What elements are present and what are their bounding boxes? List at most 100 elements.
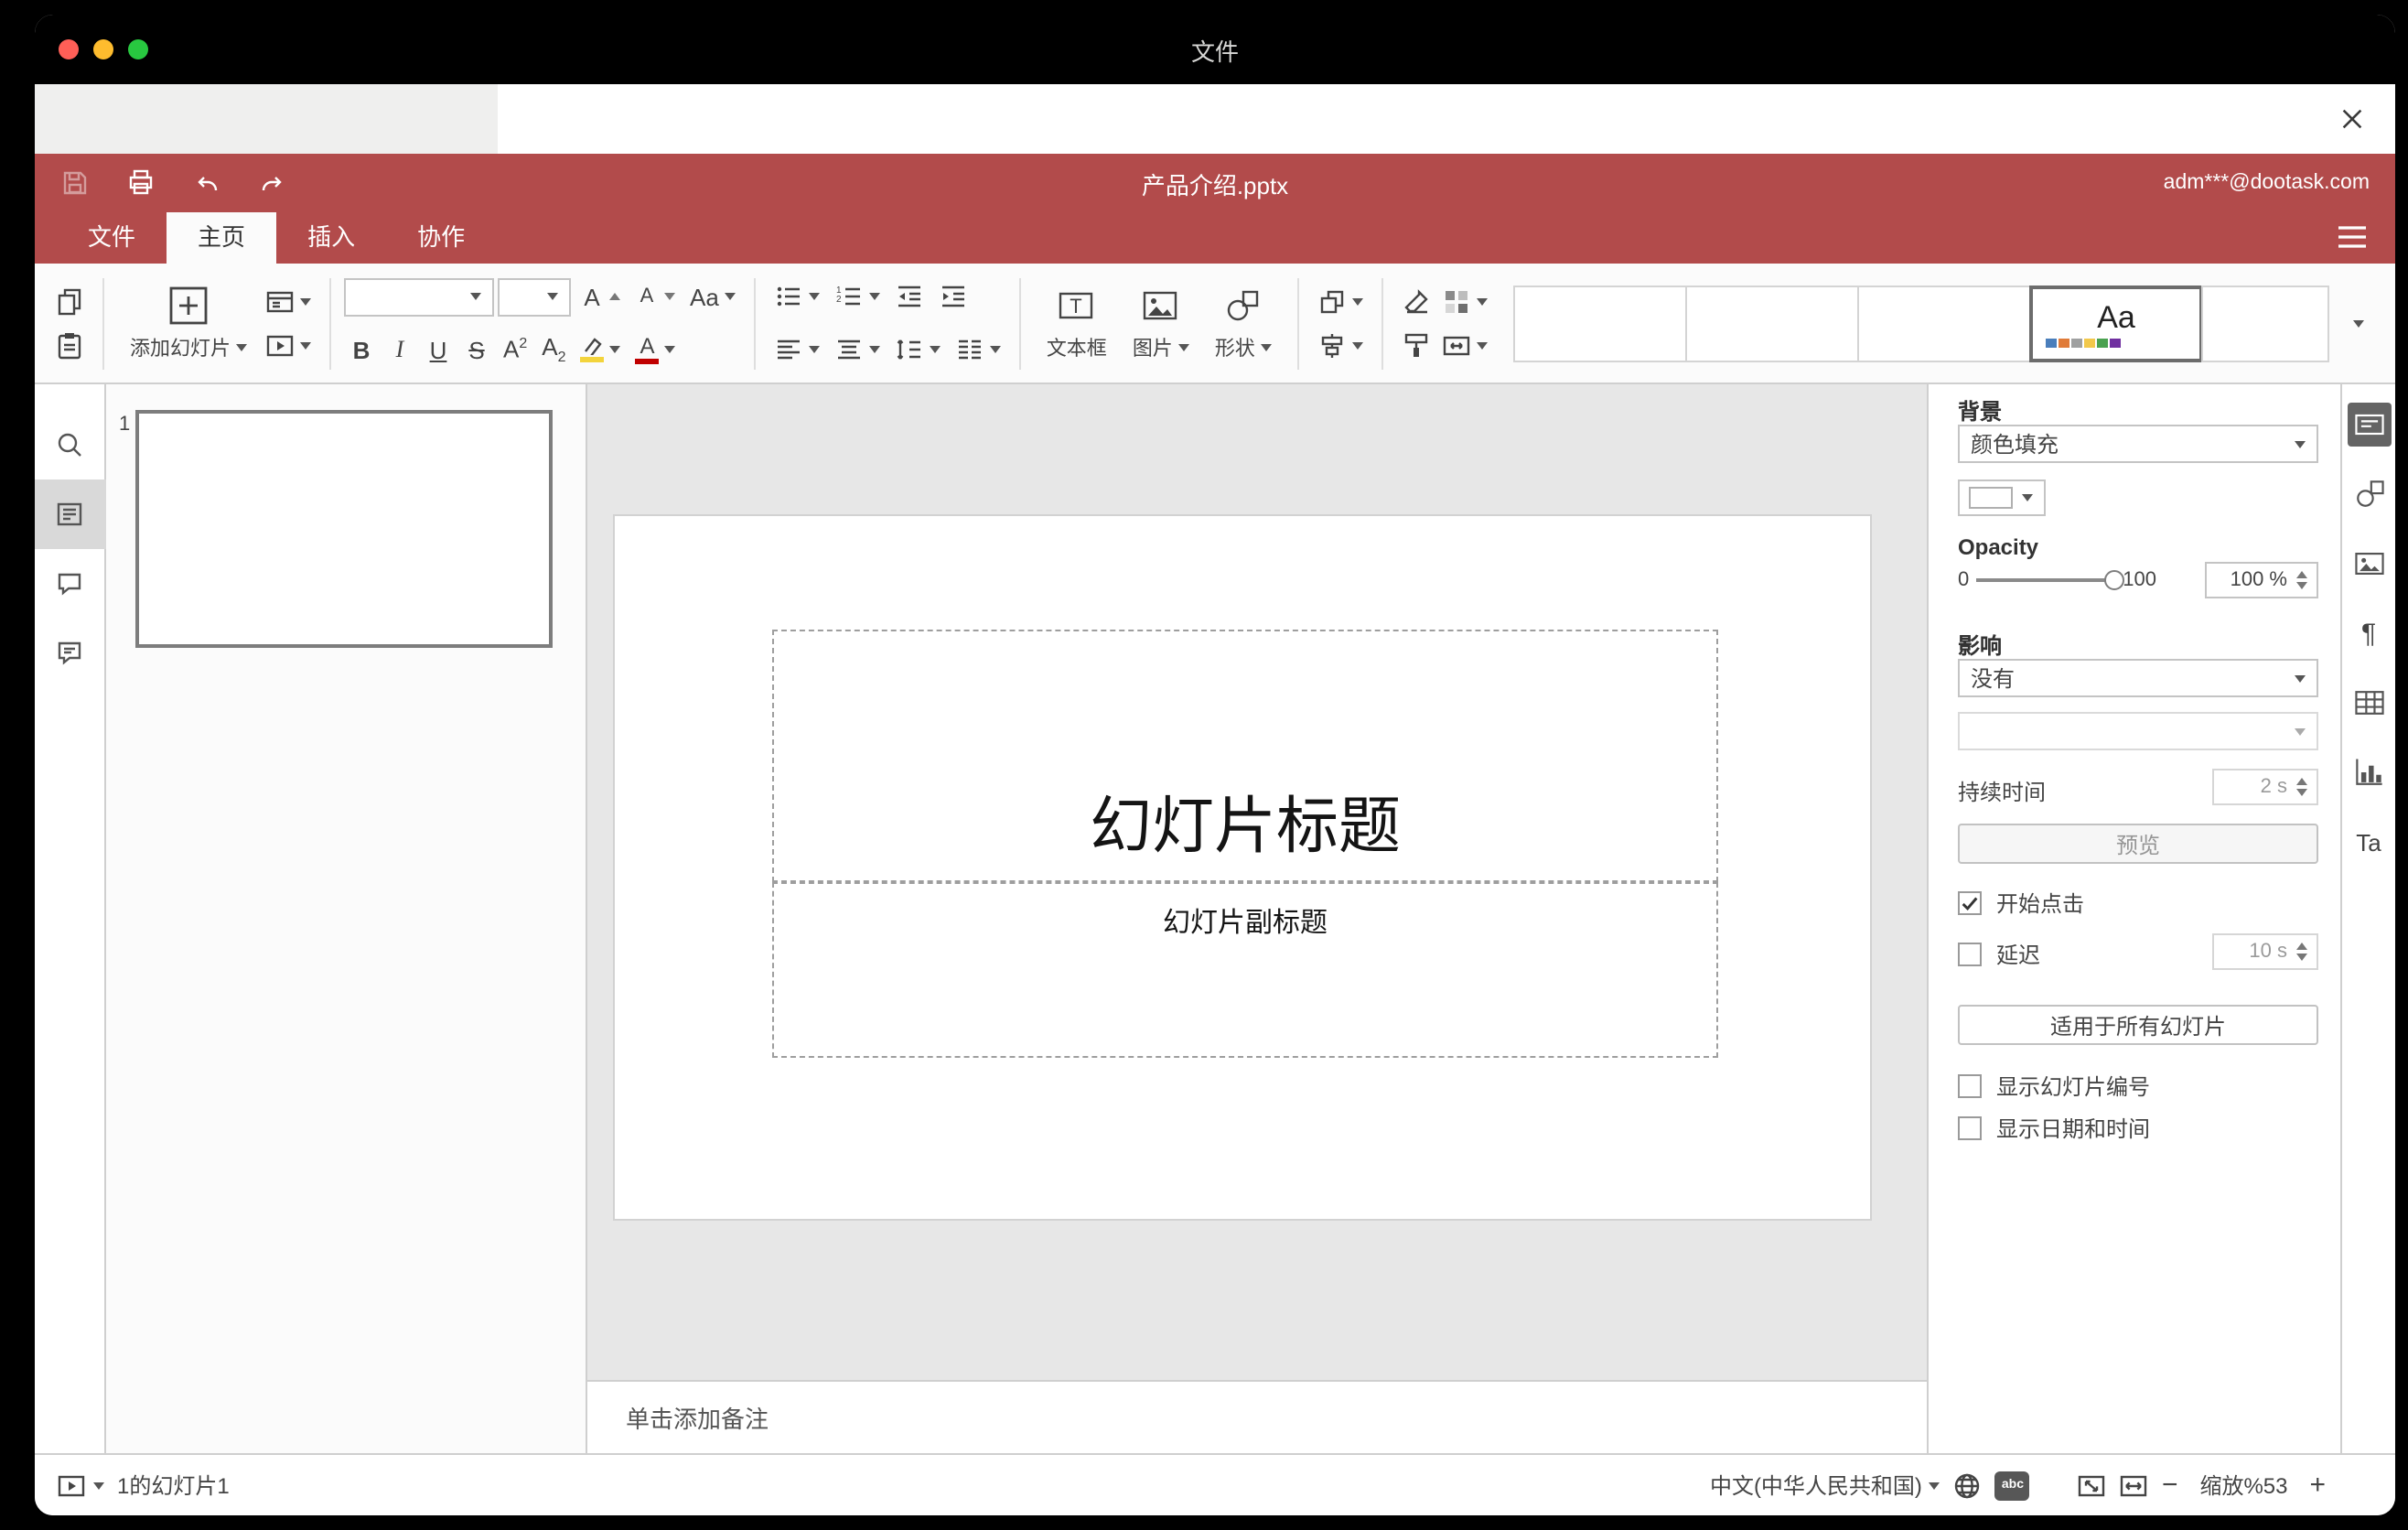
copy-style-button[interactable] <box>1396 327 1436 363</box>
font-name-select[interactable] <box>344 277 494 316</box>
apply-to-all-button[interactable]: 适用于所有幻灯片 <box>1958 1005 2318 1045</box>
chart-settings-button[interactable] <box>2347 750 2391 794</box>
zoom-out-button[interactable]: − <box>2162 1471 2178 1498</box>
theme-option[interactable] <box>2201 285 2329 361</box>
opacity-slider[interactable] <box>1976 570 2125 590</box>
notes-area[interactable]: 单击添加备注 <box>587 1380 1927 1453</box>
spellcheck-button[interactable]: abc <box>1994 1471 2030 1500</box>
theme-option-selected[interactable]: Aa <box>2029 285 2203 361</box>
strikethrough-button[interactable]: S <box>459 332 494 367</box>
decrease-font-button[interactable]: A <box>629 282 681 311</box>
horizontal-align-button[interactable] <box>769 331 825 368</box>
align-shape-button[interactable] <box>1312 327 1369 363</box>
clear-style-button[interactable] <box>1396 283 1436 319</box>
theme-option[interactable] <box>1857 285 2031 361</box>
decrease-indent-button[interactable] <box>889 278 930 315</box>
delay-input[interactable]: 10 s <box>2212 933 2318 970</box>
tab-insert[interactable]: 插入 <box>276 212 386 264</box>
language-value: 中文(中华人民共和国) <box>1709 1473 1922 1499</box>
add-slide-button[interactable]: 添加幻灯片 <box>117 285 260 361</box>
superscript-button[interactable]: A2 <box>498 332 532 368</box>
start-slideshow-status-button[interactable] <box>57 1471 104 1500</box>
slides-panel-button[interactable] <box>35 479 105 549</box>
font-size-select[interactable] <box>498 277 571 316</box>
menu-button[interactable] <box>2337 223 2368 251</box>
opacity-input[interactable]: 100 % <box>2205 562 2318 598</box>
spinner-arrows-icon[interactable] <box>2296 778 2307 796</box>
line-spacing-button[interactable] <box>889 331 946 368</box>
show-slide-number-checkbox[interactable]: 显示幻灯片编号 <box>1958 1072 2150 1099</box>
insert-textbox-button[interactable]: T 文本框 <box>1034 285 1120 361</box>
table-settings-button[interactable] <box>2347 681 2391 725</box>
slide-thumbnail[interactable] <box>135 410 553 648</box>
increase-indent-button[interactable] <box>933 278 973 315</box>
title-placeholder[interactable]: 幻灯片标题 <box>772 630 1718 882</box>
print-button[interactable] <box>126 168 156 198</box>
fullscreen-traffic-light[interactable] <box>128 39 148 59</box>
language-select[interactable]: 中文(中华人民共和国) <box>1710 1470 1940 1501</box>
undo-button[interactable] <box>192 168 221 198</box>
underline-button[interactable]: U <box>421 332 456 367</box>
preview-button[interactable]: 预览 <box>1958 824 2318 864</box>
slide-size-button[interactable] <box>1436 327 1493 363</box>
print-icon <box>129 169 153 195</box>
highlight-color-button[interactable] <box>575 333 627 366</box>
textart-settings-button[interactable]: Ta <box>2347 820 2391 864</box>
font-color-button[interactable]: A <box>630 331 682 368</box>
tab-collaboration[interactable]: 协作 <box>386 212 496 264</box>
start-on-click-checkbox[interactable]: 开始点击 <box>1958 889 2084 916</box>
tab-file[interactable]: 文件 <box>57 212 167 264</box>
fit-slide-button[interactable] <box>2078 1471 2107 1500</box>
slide-canvas[interactable]: 幻灯片标题 幻灯片副标题 <box>613 514 1872 1221</box>
slider-knob[interactable] <box>2104 570 2125 590</box>
slide-layout-button[interactable] <box>260 283 317 319</box>
vertical-align-button[interactable] <box>829 331 886 368</box>
paste-button[interactable] <box>49 327 90 363</box>
document-language-button[interactable] <box>1953 1471 1983 1500</box>
paragraph-settings-button[interactable]: ¶ <box>2347 611 2391 655</box>
save-button[interactable] <box>60 168 90 198</box>
align-objects-icon <box>1321 333 1343 357</box>
shape-settings-button[interactable] <box>2347 472 2391 516</box>
numbered-list-button[interactable]: 12 <box>829 278 886 315</box>
chat-button[interactable] <box>35 619 105 688</box>
color-scheme-button[interactable] <box>1436 283 1493 319</box>
fill-color-picker[interactable] <box>1958 479 2046 516</box>
delay-checkbox[interactable]: 延迟 <box>1958 941 2040 967</box>
subscript-button[interactable]: A2 <box>536 329 571 369</box>
tab-home[interactable]: 主页 <box>167 212 277 264</box>
insert-shape-button[interactable]: 形状 <box>1202 285 1285 361</box>
close-traffic-light[interactable] <box>59 39 79 59</box>
italic-button[interactable]: I <box>382 331 417 368</box>
slide-settings-button[interactable] <box>2347 403 2391 447</box>
arrange-shape-button[interactable] <box>1312 283 1369 319</box>
increase-font-button[interactable]: A <box>575 279 626 314</box>
duration-input[interactable]: 2 s <box>2212 769 2318 805</box>
spinner-arrows-icon[interactable] <box>2296 943 2307 961</box>
effect-select[interactable]: 没有 <box>1958 659 2318 697</box>
effect-type-select[interactable] <box>1958 712 2318 750</box>
search-button[interactable] <box>35 410 105 479</box>
theme-option[interactable] <box>1513 285 1687 361</box>
minimize-traffic-light[interactable] <box>93 39 113 59</box>
comments-button[interactable] <box>35 549 105 619</box>
insert-image-button[interactable]: 图片 <box>1120 285 1202 361</box>
change-case-button[interactable]: Aa <box>684 279 741 314</box>
start-slideshow-button[interactable] <box>260 327 317 363</box>
bold-button[interactable]: B <box>344 332 379 367</box>
fill-type-select[interactable]: 颜色填充 <box>1958 425 2318 463</box>
opacity-section-label: Opacity <box>1958 534 2039 560</box>
theme-option[interactable] <box>1685 285 1859 361</box>
fit-width-button[interactable] <box>2120 1471 2149 1500</box>
theme-gallery-expand-button[interactable] <box>2348 316 2370 330</box>
spinner-arrows-icon[interactable] <box>2296 571 2307 589</box>
redo-button[interactable] <box>258 168 287 198</box>
copy-button[interactable] <box>49 283 90 319</box>
subtitle-placeholder[interactable]: 幻灯片副标题 <box>772 882 1718 1058</box>
columns-button[interactable] <box>950 331 1006 368</box>
close-icon[interactable] <box>2338 105 2366 133</box>
image-settings-button[interactable] <box>2347 542 2391 586</box>
zoom-in-button[interactable]: + <box>2309 1471 2326 1498</box>
bullet-list-button[interactable] <box>769 278 825 315</box>
show-date-time-checkbox[interactable]: 显示日期和时间 <box>1958 1115 2150 1141</box>
